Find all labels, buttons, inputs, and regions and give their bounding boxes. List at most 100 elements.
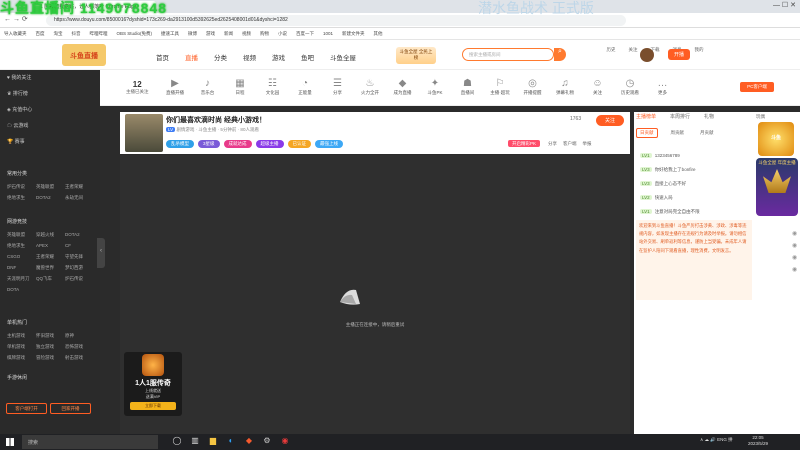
category-item[interactable]: ⚐ 主播·超玩 — [485, 78, 515, 96]
user-avatar[interactable] — [640, 48, 654, 62]
bookmark-item[interactable]: 捷速工具 — [161, 31, 179, 36]
sidebar-category-link[interactable]: 魔兽世界 — [36, 262, 65, 273]
nav-item[interactable]: 首页 — [156, 55, 169, 62]
bookmark-item[interactable]: OBS Studio(免费) — [117, 31, 153, 36]
category-item[interactable]: ✦ 斗鱼PK — [420, 78, 450, 96]
widgets-icon[interactable]: ▥ — [186, 436, 204, 445]
category-item[interactable]: ◎ 开播提醒 — [518, 78, 548, 96]
sidebar-category-link[interactable]: 独立游戏 — [36, 341, 65, 352]
chat-tab[interactable]: 主播榜单 — [636, 114, 656, 120]
sidebar-category-link[interactable]: 英雄联盟 — [36, 181, 65, 192]
event-banner[interactable]: 斗鱼全屋 年度主播 — [756, 158, 798, 216]
side-toolbar-icons[interactable]: ◉ ◉ ◉ ◉ — [792, 228, 800, 276]
category-item[interactable]: ▶ 直播开播 — [160, 78, 190, 96]
game-ad-download-button[interactable]: 立即下载 — [130, 402, 176, 410]
category-item[interactable]: ☰ 分享 — [323, 78, 353, 96]
start-stream-button[interactable]: 开播 — [668, 49, 690, 60]
sidebar-category-link[interactable]: 永劫无间 — [65, 192, 94, 203]
category-item[interactable]: ☺ 关注 — [583, 78, 613, 96]
nav-item[interactable]: 分类 — [214, 55, 227, 62]
sidebar-category-link[interactable]: 射击游戏 — [65, 352, 94, 363]
room-tag[interactable]: 最强上线 — [315, 140, 344, 148]
bookmark-item[interactable]: 抖音 — [72, 31, 81, 36]
sidebar-category-link[interactable]: 守望先锋 — [65, 251, 94, 262]
edge-icon[interactable]: ◐ — [222, 436, 240, 445]
bookmark-item[interactable]: 百度 — [36, 31, 45, 36]
video-player[interactable] — [120, 155, 630, 434]
room-tag[interactable]: 乱杀模型 — [166, 140, 194, 148]
bookmark-item[interactable]: 哔哩哔哩 — [90, 31, 108, 36]
category-item[interactable]: ♨ 火力全开 — [355, 78, 385, 96]
bookmark-item[interactable]: 淘宝 — [54, 31, 63, 36]
sidebar-category-link[interactable]: 棋牌游戏 — [7, 352, 36, 363]
right-panel-tab[interactable]: 玩偶 — [756, 114, 765, 120]
header-icon-label[interactable]: 我的 — [688, 47, 710, 53]
sidebar-category-link[interactable]: 炉石传说 — [65, 273, 94, 284]
pk-button[interactable]: 开启精彩PK — [508, 140, 541, 147]
nav-item[interactable]: 视频 — [243, 55, 256, 62]
nav-item[interactable]: 鱼吧 — [301, 55, 314, 62]
chat-tab[interactable]: 礼物 — [704, 114, 714, 120]
window-controls[interactable]: — ☐ ✕ — [773, 1, 796, 9]
sidebar-category-link[interactable]: 王者荣耀 — [65, 181, 94, 192]
category-item[interactable]: ♪ 音乐台 — [193, 78, 223, 96]
room-tag[interactable]: 成就达成 — [223, 140, 252, 148]
sidebar-category-link[interactable]: 梦幻西游 — [65, 262, 94, 273]
sidebar-button[interactable]: 客户端打开 — [6, 403, 47, 414]
sidebar-category-link[interactable]: DOTA — [7, 284, 36, 295]
pc-client-button[interactable]: PC客户端 — [740, 82, 774, 92]
bookmark-item[interactable]: 1001 — [323, 31, 333, 36]
sidebar-category-link[interactable]: 绝地求生 — [7, 240, 36, 251]
game-ad[interactable]: 1人1服传奇 上线就送 送满VIP 立即下载 — [124, 352, 182, 416]
bookmark-item[interactable]: 小说 — [278, 31, 287, 36]
nav-item[interactable]: 斗鱼全屋 — [330, 55, 356, 62]
bookmark-item[interactable]: 百度一下 — [296, 31, 314, 36]
sidebar-category-link[interactable]: CF — [65, 240, 94, 251]
sidebar-collapse-handle[interactable]: ‹ — [97, 238, 105, 268]
search-input[interactable]: 搜索主播或房间 — [462, 48, 554, 61]
room-action[interactable]: 举报 — [583, 141, 592, 146]
nav-item[interactable]: 游戏 — [272, 55, 285, 62]
sidebar-category-link[interactable]: 怀旧游戏 — [36, 330, 65, 341]
chat-tab[interactable]: 本周排行 — [670, 114, 690, 120]
sidebar-item[interactable]: 🏆 赛事 — [7, 138, 25, 145]
sidebar-button[interactable]: 回家开播 — [50, 403, 91, 414]
steam-icon[interactable]: ⚙ — [258, 436, 276, 445]
room-tag[interactable]: 3星级 — [198, 140, 220, 148]
task-view-icon[interactable]: ◯ — [168, 436, 186, 445]
room-action[interactable]: 客户端 — [563, 141, 577, 146]
site-logo[interactable]: 斗鱼直播 — [62, 44, 106, 66]
room-tag[interactable]: 超级主播 — [255, 140, 284, 148]
sidebar-category-link[interactable]: 单机游戏 — [7, 341, 36, 352]
category-item[interactable]: ☷ 文化园 — [258, 78, 288, 96]
sidebar-item[interactable]: ♛ 排行榜 — [7, 90, 28, 97]
bookmark-item[interactable]: 游戏 — [206, 31, 215, 36]
sidebar-category-link[interactable]: 原神 — [65, 330, 94, 341]
sidebar-category-link[interactable]: 穿越火线 — [36, 229, 65, 240]
event-badge[interactable]: 斗鱼 — [758, 122, 794, 156]
category-item[interactable]: ◆ 成为直播 — [388, 78, 418, 96]
bookmark-item[interactable]: 其他 — [374, 31, 383, 36]
sidebar-category-link[interactable]: DOTA2 — [65, 229, 94, 240]
streamer-avatar[interactable] — [125, 114, 163, 152]
sidebar-item[interactable]: ◈ 充值中心 — [7, 106, 32, 113]
sidebar-item[interactable]: ♥ 我的关注 — [7, 74, 31, 81]
chat-sub-tab[interactable]: 月贡献 — [697, 129, 717, 137]
category-item[interactable]: ♫ 弹幕礼物 — [550, 78, 580, 96]
bookmark-item[interactable]: 视频 — [242, 31, 251, 36]
bookmark-item[interactable]: 新建文件夹 — [342, 31, 365, 36]
sidebar-category-link[interactable]: 炉石传说 — [7, 181, 36, 192]
bookmark-item[interactable]: 新闻 — [224, 31, 233, 36]
sidebar-category-link[interactable]: 天涯明月刀 — [7, 273, 36, 284]
file-explorer-icon[interactable]: ▆ — [204, 436, 222, 445]
app-icon[interactable]: ◆ — [240, 436, 258, 445]
nav-item[interactable]: 直播 — [185, 55, 198, 62]
sidebar-category-link[interactable]: 英雄联盟 — [7, 229, 36, 240]
obs-icon[interactable]: ◉ — [276, 436, 294, 445]
sidebar-category-link[interactable]: DOTA2 — [36, 192, 65, 203]
category-item[interactable]: ◔ 正能量 — [290, 78, 320, 96]
promo-banner[interactable]: 斗鱼全屋 全民上榜 — [396, 47, 436, 64]
sidebar-category-link[interactable]: CSGO — [7, 251, 36, 262]
bookmark-item[interactable]: 购物 — [260, 31, 269, 36]
category-item[interactable]: ▦ 日程 — [225, 78, 255, 96]
